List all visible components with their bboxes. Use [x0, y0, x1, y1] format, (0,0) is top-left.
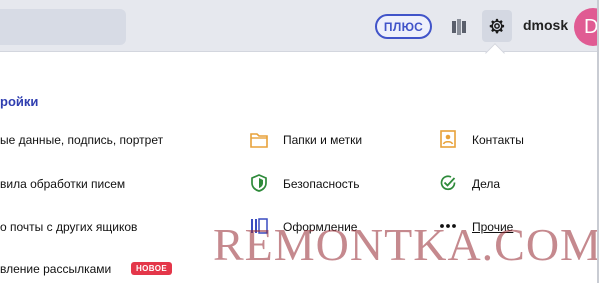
- settings-item-contacts[interactable]: Контакты: [472, 133, 524, 147]
- settings-item-folders[interactable]: Папки и метки: [283, 133, 362, 147]
- settings-item-mail-rules[interactable]: вила обработки писем: [0, 177, 125, 191]
- avatar[interactable]: D: [574, 8, 599, 46]
- username[interactable]: dmosk: [523, 17, 568, 33]
- settings-item-personal-data[interactable]: ые данные, подпись, портрет: [0, 133, 163, 147]
- contacts-icon: [440, 130, 456, 148]
- shield-icon: [251, 174, 267, 192]
- new-badge: НОВОЕ: [131, 262, 173, 275]
- settings-title: ройки: [0, 94, 39, 109]
- theme-icon[interactable]: [450, 17, 470, 37]
- settings-item-subscriptions[interactable]: вление рассылками: [0, 262, 111, 276]
- settings-button[interactable]: [482, 10, 512, 42]
- settings-item-security[interactable]: Безопасность: [283, 177, 360, 191]
- gear-icon: [489, 18, 505, 34]
- search-input[interactable]: [0, 9, 126, 45]
- plus-subscription-button[interactable]: ПЛЮС: [375, 14, 432, 39]
- top-bar: ПЛЮС dmosk D: [0, 0, 599, 52]
- folder-icon: [250, 133, 268, 148]
- settings-item-tasks[interactable]: Дела: [472, 177, 500, 191]
- checkmark-icon: [440, 175, 456, 191]
- watermark: REMONTKA.COM: [213, 219, 599, 270]
- settings-item-collect-mail[interactable]: о почты с других ящиков: [0, 220, 137, 234]
